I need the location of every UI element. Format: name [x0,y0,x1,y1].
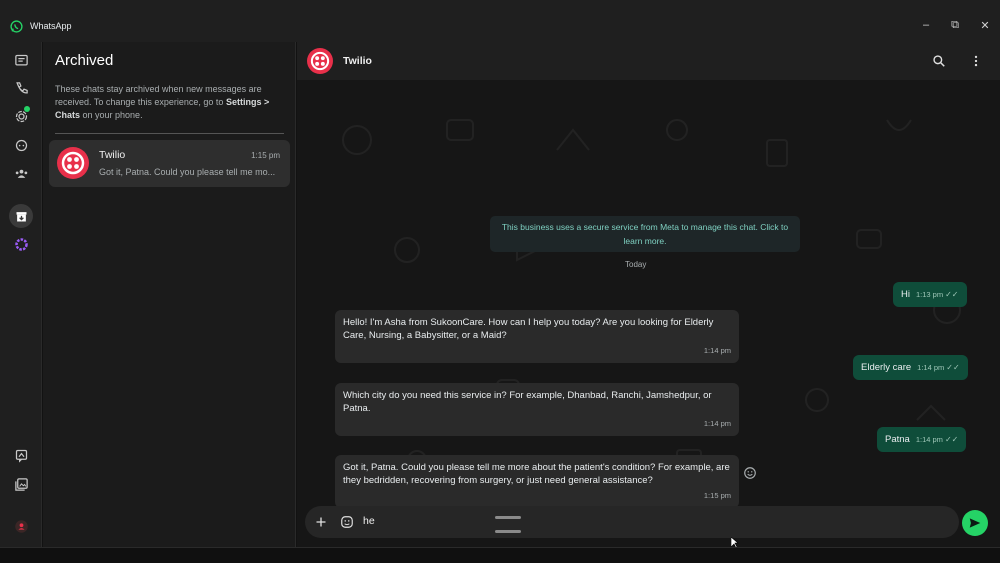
title-bar: WhatsApp – ⧉ ✕ [0,0,1000,42]
message-outgoing[interactable]: Elderly care 1:14 pm ✓✓ [853,355,968,380]
media-icon[interactable] [9,472,33,496]
message-incoming[interactable]: Hello! I'm Asha from SukoonCare. How can… [335,310,739,363]
twilio-avatar-icon[interactable] [307,48,333,74]
panel-title: Archived [55,52,114,69]
archived-panel: Archived These chats stay archived when … [43,42,296,547]
message-time: 1:14 pm [915,435,943,444]
message-text: Got it, Patna. Could you please tell me … [343,462,730,486]
message-text: Elderly care [861,362,912,373]
calls-icon[interactable] [9,76,33,100]
archived-info-text: These chats stay archived when new messa… [55,83,287,122]
maximize-button[interactable]: ⧉ [945,16,965,34]
message-composer[interactable]: he [305,506,959,538]
message-time: 1:14 pm [703,419,731,428]
message-text: Patna [885,434,910,445]
navigation-rail [0,42,42,547]
message-text: Which city do you need this service in? … [343,390,712,414]
status-icon[interactable] [9,104,33,128]
sticker-icon[interactable] [339,514,355,530]
message-outgoing[interactable]: Hi 1:13 pm ✓✓ [893,282,967,307]
message-text: Hello! I'm Asha from SukoonCare. How can… [343,317,714,341]
emoji-reaction-icon[interactable] [743,466,757,480]
archived-info-suffix: on your phone. [80,110,143,120]
conversation-header[interactable]: Twilio [297,42,1000,80]
encryption-notice[interactable]: This business uses a secure service from… [490,216,800,252]
conversation-pane: Twilio This business uses a secure servi… [297,42,1000,547]
date-label: Today [625,260,647,269]
minimize-button[interactable]: – [916,16,936,34]
scroll-handle[interactable] [495,530,521,533]
message-input[interactable]: he [363,515,375,527]
read-receipt-icon: ✓✓ [946,363,960,372]
communities-icon[interactable] [9,161,33,185]
chat-preview: Got it, Patna. Could you please tell me … [99,167,276,177]
whatsapp-logo-icon [10,20,23,33]
meta-ai-icon[interactable] [9,232,33,256]
search-icon[interactable] [930,52,948,70]
window-title: WhatsApp [30,21,72,31]
message-time: 1:14 pm [917,363,945,372]
taskbar [0,547,1000,563]
close-button[interactable]: ✕ [975,16,995,34]
attach-icon[interactable] [313,514,329,530]
scroll-handle[interactable] [495,516,521,519]
message-time: 1:15 pm [703,491,731,500]
message-time: 1:14 pm [703,346,731,355]
message-incoming[interactable]: Which city do you need this service in? … [335,383,739,436]
menu-icon[interactable] [967,52,985,70]
message-outgoing[interactable]: Patna 1:14 pm ✓✓ [877,427,967,452]
read-receipt-icon: ✓✓ [944,435,959,444]
message-incoming[interactable]: Got it, Patna. Could you please tell me … [335,455,739,508]
contact-name[interactable]: Twilio [343,55,372,67]
twilio-avatar-icon [57,147,89,179]
divider [55,133,284,134]
starred-icon[interactable] [9,443,33,467]
read-receipt-icon: ✓✓ [945,290,959,299]
message-time: 1:13 pm [915,290,944,299]
chats-icon[interactable] [9,48,33,72]
chat-list-item[interactable]: Twilio 1:15 pm Got it, Patna. Could you … [49,140,290,187]
send-icon [969,518,981,528]
send-button[interactable] [962,510,988,536]
chat-name: Twilio [99,149,126,161]
profile-icon[interactable] [9,514,33,538]
message-text: Hi [901,289,910,300]
channels-icon[interactable] [9,133,33,157]
archived-icon[interactable] [9,204,33,228]
status-unread-dot [24,106,30,112]
mouse-cursor-icon [731,537,739,547]
chat-time: 1:15 pm [251,151,280,160]
